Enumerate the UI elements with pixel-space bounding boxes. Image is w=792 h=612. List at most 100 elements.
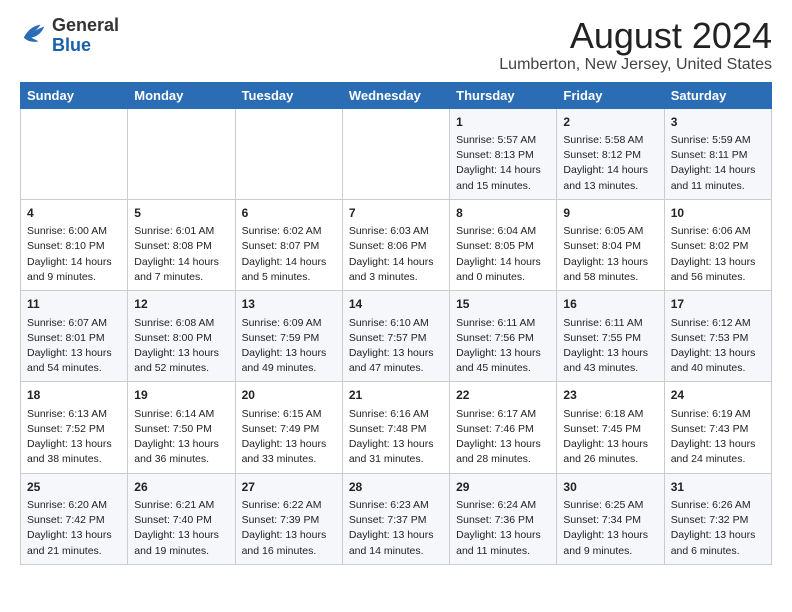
day-of-week-header: Thursday — [450, 82, 557, 108]
day-info-line: Daylight: 13 hours — [671, 255, 765, 270]
day-info-line: and 7 minutes. — [134, 270, 228, 285]
day-info-line: and 49 minutes. — [242, 361, 336, 376]
day-info-line: Daylight: 13 hours — [671, 437, 765, 452]
day-info-line: Sunrise: 6:23 AM — [349, 498, 443, 513]
day-info-line: Sunset: 8:02 PM — [671, 239, 765, 254]
day-info-line: and 9 minutes. — [27, 270, 121, 285]
logo-bird-icon — [20, 19, 48, 52]
day-info-line: Sunrise: 6:26 AM — [671, 498, 765, 513]
day-info-line: Sunset: 7:48 PM — [349, 422, 443, 437]
calendar-day-cell: 18Sunrise: 6:13 AMSunset: 7:52 PMDayligh… — [21, 382, 128, 473]
day-info-line: Sunset: 7:36 PM — [456, 513, 550, 528]
day-info-line: Sunrise: 6:07 AM — [27, 316, 121, 331]
day-number: 20 — [242, 387, 336, 404]
calendar-day-cell: 9Sunrise: 6:05 AMSunset: 8:04 PMDaylight… — [557, 199, 664, 290]
calendar-week-row: 1Sunrise: 5:57 AMSunset: 8:13 PMDaylight… — [21, 108, 772, 199]
day-info-line: Daylight: 13 hours — [134, 528, 228, 543]
day-of-week-header: Friday — [557, 82, 664, 108]
day-number: 6 — [242, 205, 336, 222]
day-info-line: Sunrise: 6:19 AM — [671, 407, 765, 422]
calendar-day-cell: 20Sunrise: 6:15 AMSunset: 7:49 PMDayligh… — [235, 382, 342, 473]
day-info-line: and 3 minutes. — [349, 270, 443, 285]
day-info-line: Sunrise: 6:00 AM — [27, 224, 121, 239]
day-info-line: Daylight: 13 hours — [671, 346, 765, 361]
day-info-line: Sunset: 7:46 PM — [456, 422, 550, 437]
calendar-day-cell: 23Sunrise: 6:18 AMSunset: 7:45 PMDayligh… — [557, 382, 664, 473]
calendar-day-cell — [128, 108, 235, 199]
day-info-line: and 43 minutes. — [563, 361, 657, 376]
day-number: 23 — [563, 387, 657, 404]
day-number: 12 — [134, 296, 228, 313]
day-info-line: and 33 minutes. — [242, 452, 336, 467]
day-info-line: Sunrise: 6:06 AM — [671, 224, 765, 239]
day-number: 22 — [456, 387, 550, 404]
day-info-line: Daylight: 14 hours — [349, 255, 443, 270]
day-number: 5 — [134, 205, 228, 222]
day-number: 25 — [27, 479, 121, 496]
day-number: 24 — [671, 387, 765, 404]
calendar-table: SundayMondayTuesdayWednesdayThursdayFrid… — [20, 82, 772, 565]
day-info-line: Sunset: 8:04 PM — [563, 239, 657, 254]
calendar-day-cell: 19Sunrise: 6:14 AMSunset: 7:50 PMDayligh… — [128, 382, 235, 473]
calendar-week-row: 25Sunrise: 6:20 AMSunset: 7:42 PMDayligh… — [21, 473, 772, 564]
calendar-day-cell: 22Sunrise: 6:17 AMSunset: 7:46 PMDayligh… — [450, 382, 557, 473]
calendar-day-cell: 27Sunrise: 6:22 AMSunset: 7:39 PMDayligh… — [235, 473, 342, 564]
day-info-line: Sunrise: 6:09 AM — [242, 316, 336, 331]
calendar-day-cell: 28Sunrise: 6:23 AMSunset: 7:37 PMDayligh… — [342, 473, 449, 564]
day-info-line: and 24 minutes. — [671, 452, 765, 467]
day-info-line: and 56 minutes. — [671, 270, 765, 285]
calendar-day-cell: 14Sunrise: 6:10 AMSunset: 7:57 PMDayligh… — [342, 291, 449, 382]
day-info-line: and 14 minutes. — [349, 544, 443, 559]
day-info-line: Daylight: 13 hours — [671, 528, 765, 543]
calendar-week-row: 18Sunrise: 6:13 AMSunset: 7:52 PMDayligh… — [21, 382, 772, 473]
day-info-line: Sunset: 7:32 PM — [671, 513, 765, 528]
day-info-line: Daylight: 13 hours — [349, 437, 443, 452]
calendar-day-cell — [235, 108, 342, 199]
day-info-line: Sunrise: 6:02 AM — [242, 224, 336, 239]
day-number: 1 — [456, 114, 550, 131]
day-info-line: Sunrise: 6:24 AM — [456, 498, 550, 513]
calendar-day-cell: 12Sunrise: 6:08 AMSunset: 8:00 PMDayligh… — [128, 291, 235, 382]
day-info-line: and 28 minutes. — [456, 452, 550, 467]
day-info-line: Sunset: 7:57 PM — [349, 331, 443, 346]
calendar-day-cell: 13Sunrise: 6:09 AMSunset: 7:59 PMDayligh… — [235, 291, 342, 382]
day-info-line: Daylight: 13 hours — [456, 346, 550, 361]
day-number: 10 — [671, 205, 765, 222]
calendar-day-cell: 15Sunrise: 6:11 AMSunset: 7:56 PMDayligh… — [450, 291, 557, 382]
day-info-line: Daylight: 13 hours — [456, 528, 550, 543]
month-title: August 2024 — [499, 16, 772, 56]
day-info-line: Sunset: 7:59 PM — [242, 331, 336, 346]
day-info-line: and 9 minutes. — [563, 544, 657, 559]
calendar-day-cell: 24Sunrise: 6:19 AMSunset: 7:43 PMDayligh… — [664, 382, 771, 473]
day-info-line: and 13 minutes. — [563, 179, 657, 194]
day-info-line: Sunset: 7:40 PM — [134, 513, 228, 528]
day-info-line: Daylight: 13 hours — [27, 437, 121, 452]
calendar-day-cell: 31 Sunrise: 6:26 AMSunset: 7:32 PMDayligh… — [664, 473, 771, 564]
day-info-line: Sunrise: 6:18 AM — [563, 407, 657, 422]
day-info-line: Sunset: 8:10 PM — [27, 239, 121, 254]
day-info-line: Daylight: 13 hours — [563, 437, 657, 452]
calendar-day-cell — [21, 108, 128, 199]
day-info-line: Sunrise: 6:25 AM — [563, 498, 657, 513]
calendar-day-cell: 7Sunrise: 6:03 AMSunset: 8:06 PMDaylight… — [342, 199, 449, 290]
day-info-line: Sunset: 7:53 PM — [671, 331, 765, 346]
calendar-day-cell: 17Sunrise: 6:12 AMSunset: 7:53 PMDayligh… — [664, 291, 771, 382]
calendar-body: 1Sunrise: 5:57 AMSunset: 8:13 PMDaylight… — [21, 108, 772, 564]
day-number: 9 — [563, 205, 657, 222]
day-info-line: and 11 minutes. — [671, 179, 765, 194]
day-info-line: Sunrise: 5:59 AM — [671, 133, 765, 148]
day-number: 13 — [242, 296, 336, 313]
day-number: 15 — [456, 296, 550, 313]
day-number: 17 — [671, 296, 765, 313]
day-info-line: Sunset: 8:05 PM — [456, 239, 550, 254]
day-number: 31 — [671, 479, 765, 496]
day-info-line: Sunset: 8:01 PM — [27, 331, 121, 346]
day-info-line: Sunrise: 6:16 AM — [349, 407, 443, 422]
day-info-line: Daylight: 13 hours — [563, 255, 657, 270]
day-info-line: Daylight: 14 hours — [563, 163, 657, 178]
day-of-week-header: Tuesday — [235, 82, 342, 108]
day-info-line: and 47 minutes. — [349, 361, 443, 376]
calendar-day-cell: 2Sunrise: 5:58 AMSunset: 8:12 PMDaylight… — [557, 108, 664, 199]
day-info-line: Sunset: 7:56 PM — [456, 331, 550, 346]
day-info-line: Sunset: 8:12 PM — [563, 148, 657, 163]
